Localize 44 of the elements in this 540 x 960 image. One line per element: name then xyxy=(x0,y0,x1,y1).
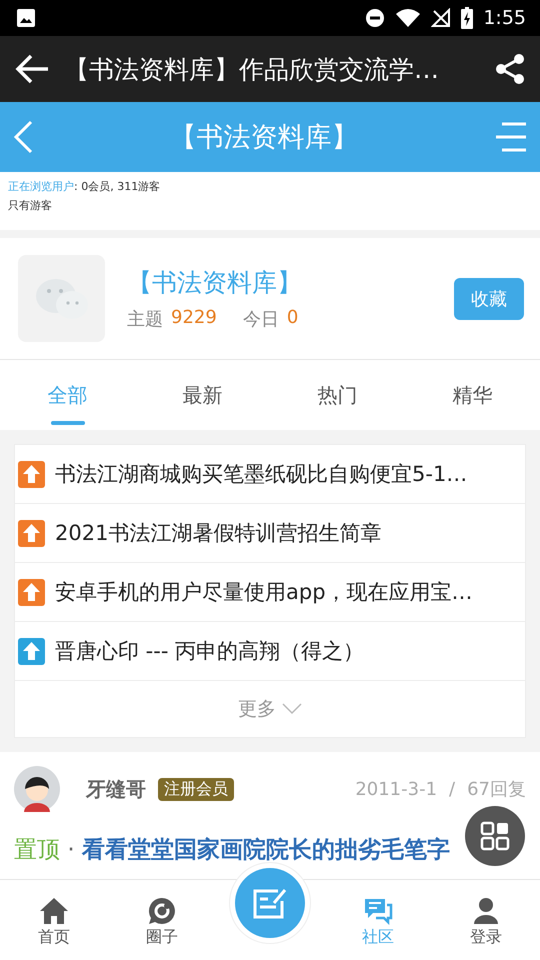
member-badge: 注册会员 xyxy=(158,778,234,800)
grid-icon xyxy=(480,821,510,851)
forum-name: 【书法资料库】 xyxy=(127,267,303,299)
pinned-thread-title[interactable]: 晋唐心印 --- 丙申的高翔（得之） xyxy=(55,637,364,665)
pinned-thread-title[interactable]: 安卓手机的用户尽量使用app，现在应用宝… xyxy=(55,578,473,606)
author-name[interactable]: 牙缝哥 xyxy=(86,776,146,802)
category-tab[interactable]: 最新 xyxy=(135,360,270,430)
forum-title: 【书法资料库】 xyxy=(168,121,360,155)
person-icon xyxy=(473,897,499,925)
reply-count: 67回复 xyxy=(467,778,526,801)
pinned-thread-title[interactable]: 2021书法江湖暑假特训营招生简章 xyxy=(55,519,382,547)
pinned-thread-title[interactable]: 书法江湖商城购买笔墨纸砚比自购便宜5-1… xyxy=(55,460,468,488)
page-title: 【书法资料库】作品欣赏交流学… xyxy=(64,54,440,86)
category-tab[interactable]: 精华 xyxy=(405,360,540,430)
speech-bubbles-icon xyxy=(363,897,393,925)
home-icon xyxy=(39,897,69,925)
today-label: 今日 xyxy=(242,308,279,331)
back-arrow-icon[interactable] xyxy=(14,53,50,85)
forum-icon xyxy=(18,255,105,342)
post-date: 2011-3-1 xyxy=(355,778,438,800)
online-note: 只有游客 xyxy=(8,198,53,214)
share-icon[interactable] xyxy=(494,53,526,85)
today-count: 0 xyxy=(286,307,298,330)
battery-charging-icon xyxy=(461,7,474,29)
back-chevron-icon[interactable] xyxy=(12,120,34,154)
no-signal-icon xyxy=(431,8,452,28)
menu-icon[interactable] xyxy=(494,122,528,152)
clock-time: 1:55 xyxy=(483,7,526,29)
nav-tab[interactable]: 首页 xyxy=(0,880,108,960)
separator: / xyxy=(449,778,456,800)
do-not-disturb-icon xyxy=(365,8,386,28)
topics-label: 主题 xyxy=(127,308,163,331)
compose-button[interactable] xyxy=(235,868,305,938)
nav-tab[interactable]: 圈子 xyxy=(108,880,216,960)
topics-count: 9229 xyxy=(171,307,217,330)
category-tab[interactable]: 热门 xyxy=(270,360,405,430)
online-users-text: 正在浏览用户: 0会员, 311游客 xyxy=(8,179,162,195)
chevron-down-icon xyxy=(282,703,302,715)
compose-icon xyxy=(252,887,288,919)
avatar-icon xyxy=(14,766,60,812)
image-icon xyxy=(16,8,36,28)
wifi-icon xyxy=(395,8,422,28)
nav-tab[interactable]: 登录 xyxy=(432,880,540,960)
thread-title[interactable]: 置顶 · 看看堂堂国家画院院长的拙劣毛笔字 xyxy=(14,834,526,865)
